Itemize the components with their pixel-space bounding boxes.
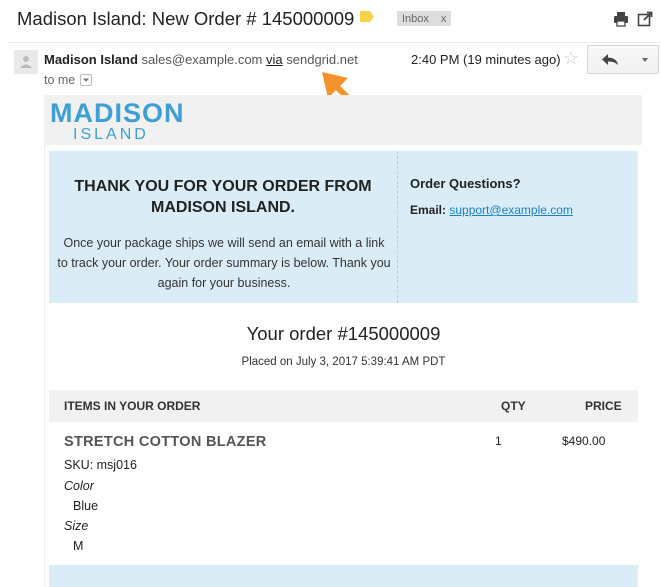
support-email-label: Email: [410, 203, 447, 217]
header-divider [8, 42, 661, 43]
label-tag-icon[interactable] [360, 11, 374, 22]
recipient-text: to me [44, 73, 76, 87]
dropdown-caret-icon [642, 58, 648, 62]
item-price: $490.00 [562, 434, 606, 448]
logo-subtitle: ISLAND [73, 126, 149, 143]
column-header-qty: QTY [501, 399, 526, 413]
panel-divider [397, 151, 398, 303]
column-header-price: PRICE [585, 399, 622, 413]
new-window-icon[interactable] [637, 11, 653, 27]
item-size-label: Size [64, 519, 89, 533]
order-number-title: Your order #145000009 [246, 323, 441, 344]
message-time: 2:40 PM (19 minutes ago) [411, 52, 561, 67]
item-size-value: M [73, 539, 84, 553]
item-name: STRETCH COTTON BLAZER [64, 434, 267, 450]
order-questions-title: Order Questions? [410, 176, 521, 191]
avatar [14, 50, 38, 74]
via-link[interactable]: via [266, 52, 283, 67]
sender-name[interactable]: Madison Island [44, 52, 138, 67]
item-sku: SKU: msj016 [64, 458, 137, 472]
sender-line: Madison Island sales@example.com via sen… [44, 52, 358, 67]
email-subject: Madison Island: New Order # 145000009 [17, 8, 355, 29]
support-email-line: Email: support@example.com [410, 203, 573, 217]
item-color-label: Color [64, 479, 94, 493]
footer-panel [49, 565, 638, 587]
more-actions-button[interactable] [632, 45, 659, 74]
thank-you-message: Once your package ships we will send an … [57, 236, 391, 290]
inbox-label-chip: Inbox x [397, 11, 452, 26]
remove-label-button[interactable]: x [441, 13, 447, 25]
show-details-button[interactable] [80, 74, 93, 86]
item-qty: 1 [495, 434, 502, 448]
chevron-down-icon [83, 78, 90, 82]
body-left-rule [44, 145, 45, 587]
reply-icon [602, 54, 618, 65]
thank-you-heading: THANK YOU FOR YOUR ORDER FROM MADISON IS… [74, 178, 372, 216]
via-domain: sendgrid.net [286, 52, 358, 67]
print-icon[interactable] [613, 11, 629, 27]
item-color-value: Blue [73, 499, 99, 513]
inbox-label-text: Inbox [402, 12, 429, 25]
support-email-link[interactable]: support@example.com [449, 203, 573, 217]
star-icon[interactable]: ☆ [563, 48, 579, 69]
reply-button[interactable] [587, 45, 633, 74]
sender-email: sales@example.com [141, 52, 263, 67]
avatar-icon [20, 56, 32, 68]
order-placed-date: Placed on July 3, 2017 5:39:41 AM PDT [241, 356, 446, 368]
column-header-items: ITEMS IN YOUR ORDER [64, 399, 201, 413]
logo[interactable]: MADISON [50, 98, 185, 129]
recipient-line: to me [44, 73, 93, 87]
